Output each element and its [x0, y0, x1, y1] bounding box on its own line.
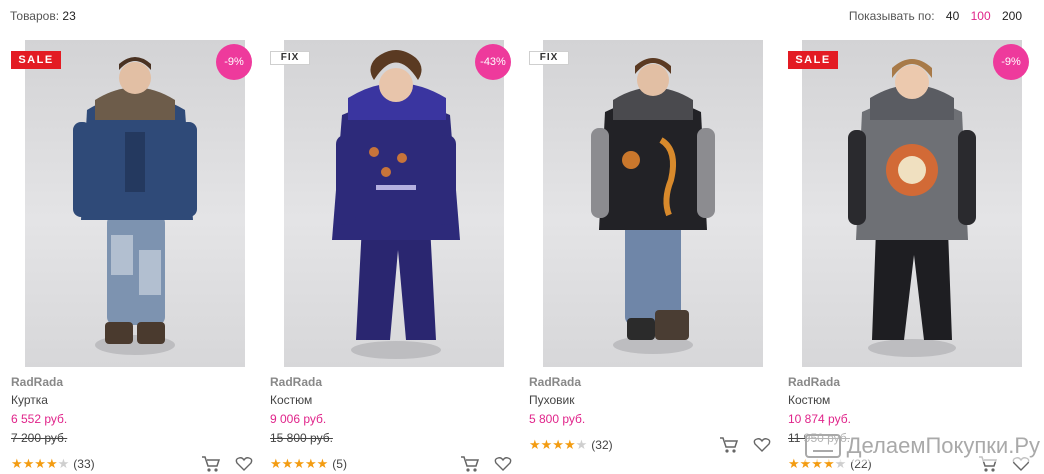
heart-icon[interactable]: [494, 456, 512, 472]
rating-stars: ★★★★★: [270, 456, 329, 471]
review-count: (33): [73, 457, 95, 471]
product-card[interactable]: SALE -9% RadRada Куртка 6 552 руб. 7 200…: [11, 40, 261, 474]
product-price: 10 874 руб.: [788, 412, 851, 426]
product-type[interactable]: Пуховик: [529, 393, 575, 407]
sale-badge: SALE: [788, 51, 838, 69]
card-actions: [705, 436, 771, 454]
per-page-option-200[interactable]: 200: [1002, 9, 1022, 23]
product-price: 9 006 руб.: [270, 412, 327, 426]
product-type[interactable]: Костюм: [270, 393, 312, 407]
card-actions: [187, 455, 253, 473]
per-page-label: Показывать по:: [848, 9, 935, 23]
product-type[interactable]: Куртка: [11, 393, 48, 407]
per-page-option-100[interactable]: 100: [971, 9, 991, 23]
heart-icon[interactable]: [235, 456, 253, 472]
product-rating: ★★★★★ (33): [11, 456, 95, 472]
product-card[interactable]: SALE -9% RadRada Костюм 10 874 руб. 11 9…: [788, 40, 1038, 474]
product-count-label: Товаров:: [10, 9, 60, 23]
product-card[interactable]: FIX RadRada Пуховик 5 800 руб. ★★★★★ (32…: [529, 40, 779, 474]
card-actions: [446, 455, 512, 473]
product-photo[interactable]: [543, 40, 763, 367]
product-card[interactable]: FIX -43% RadRada Костюм 9 006 руб. 15 80…: [270, 40, 520, 474]
rating-stars: ★★★★★: [529, 437, 588, 452]
watermark-text: ДелаемПокупки.Ру: [846, 433, 1040, 458]
product-price: 6 552 руб.: [11, 412, 68, 426]
product-count-value: 23: [62, 9, 76, 23]
sale-badge: SALE: [11, 51, 61, 69]
fix-badge: FIX: [270, 51, 310, 65]
product-old-price: 15 800 руб.: [270, 431, 333, 445]
cart-icon[interactable]: [460, 455, 480, 473]
product-price: 5 800 руб.: [529, 412, 586, 426]
product-old-price: 7 200 руб.: [11, 431, 68, 445]
product-brand[interactable]: RadRada: [270, 375, 322, 389]
discount-badge: -43%: [475, 44, 511, 80]
discount-badge: -9%: [216, 44, 252, 80]
review-count: (5): [332, 457, 347, 471]
product-count: Товаров: 23: [10, 9, 76, 23]
review-count: (32): [591, 438, 613, 452]
product-rating: ★★★★★ (32): [529, 437, 613, 453]
product-photo[interactable]: [802, 40, 1022, 367]
cart-icon[interactable]: [719, 436, 739, 454]
watermark: ДелаемПокупки.Ру: [804, 430, 1040, 462]
rating-stars: ★★★★★: [11, 456, 70, 471]
listing-toolbar: Товаров: 23 Показывать по: 40 100 200: [10, 9, 1034, 25]
product-photo[interactable]: [284, 40, 504, 367]
product-type[interactable]: Костюм: [788, 393, 830, 407]
per-page-selector: Показывать по: 40 100 200: [849, 9, 1022, 23]
product-brand[interactable]: RadRada: [529, 375, 581, 389]
discount-badge: -9%: [993, 44, 1029, 80]
product-rating: ★★★★★ (5): [270, 456, 347, 472]
product-brand[interactable]: RadRada: [11, 375, 63, 389]
heart-icon[interactable]: [753, 437, 771, 453]
wallet-icon: [804, 434, 841, 458]
fix-badge: FIX: [529, 51, 569, 65]
cart-icon[interactable]: [201, 455, 221, 473]
per-page-option-40[interactable]: 40: [946, 9, 959, 23]
product-photo[interactable]: [25, 40, 245, 367]
product-brand[interactable]: RadRada: [788, 375, 840, 389]
